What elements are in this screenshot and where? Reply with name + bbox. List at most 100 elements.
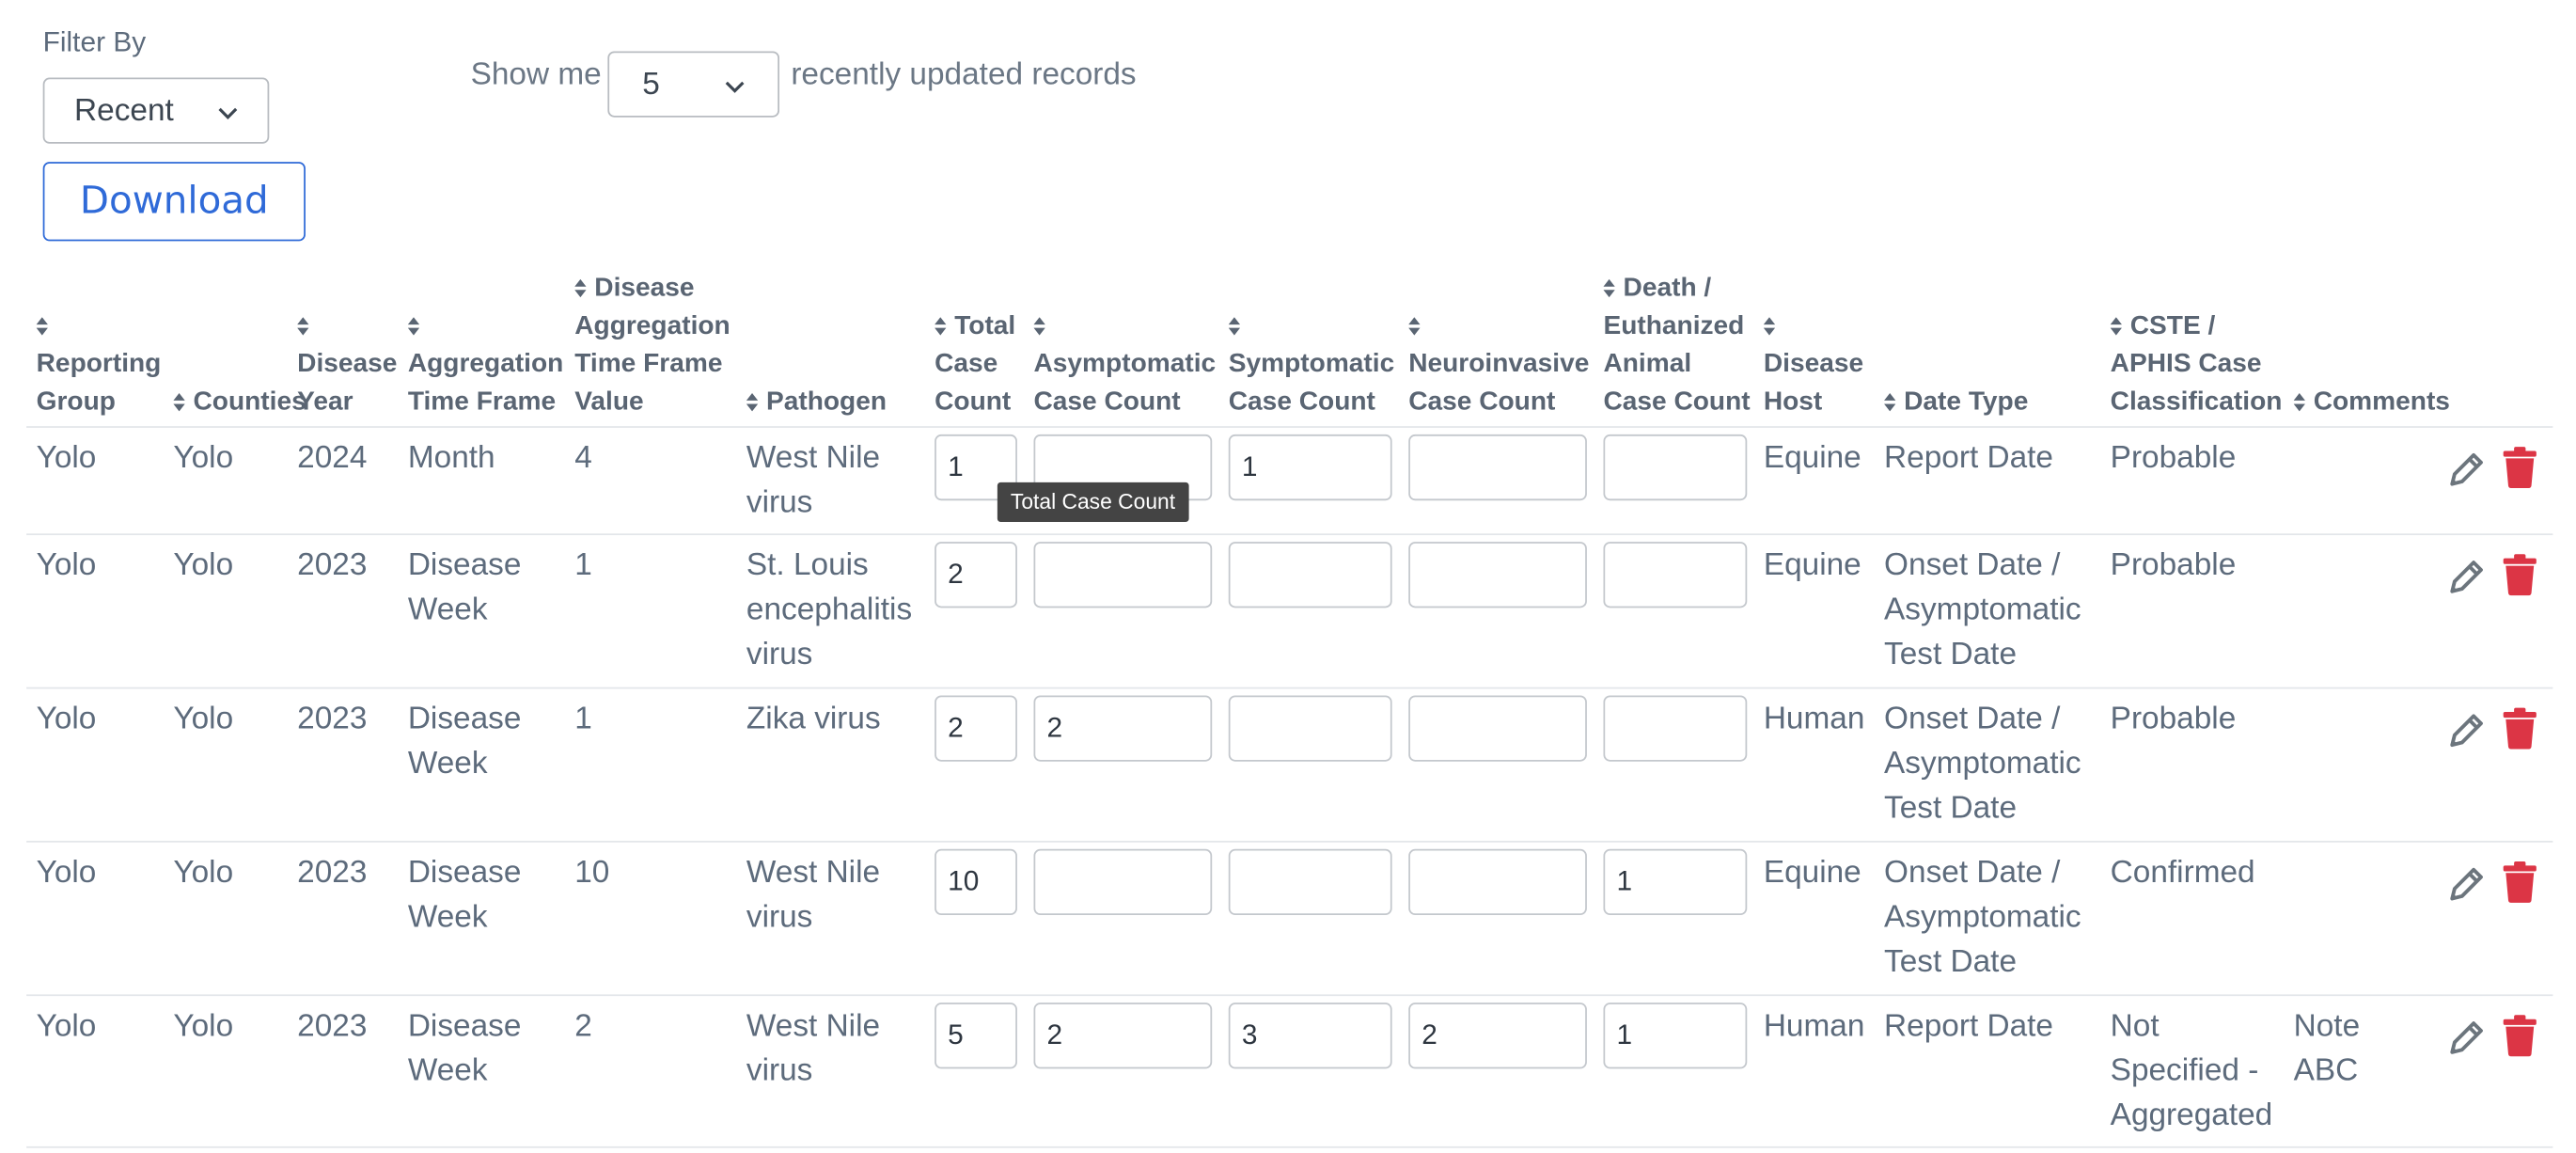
input-sym[interactable] [1228,542,1392,608]
sort-icon[interactable] [297,317,309,336]
sort-icon[interactable] [746,393,759,412]
input-asym[interactable]: 2 [1033,1003,1213,1069]
column-header-label: Reporting [36,350,162,379]
sort-icon[interactable] [173,393,185,412]
recently-updated-label: recently updated records [791,57,1137,93]
delete-trash-icon[interactable] [2500,1014,2543,1057]
column-header-aggregation-time-frame[interactable]: Aggregation Time Frame [407,264,563,426]
cell-value: 1 [574,548,592,584]
column-header-label: APHIS Case [2110,350,2262,379]
input-death[interactable]: 1 [1603,848,1748,916]
column-header-disease-year[interactable]: Disease Year [297,264,397,426]
record-count-select[interactable]: 5 [607,51,780,118]
column-header-total-case-count[interactable]: Total Case Count [935,264,1015,426]
input-neuro[interactable] [1408,542,1587,608]
sort-icon[interactable] [935,317,947,336]
delete-trash-icon[interactable] [2500,446,2543,489]
filter-by-value: Recent [74,94,174,129]
input-death[interactable]: 1 [1603,1003,1748,1069]
download-button[interactable]: Download [42,162,306,242]
column-header-counties[interactable]: Counties [173,264,306,426]
cell-group: Yolo [36,440,97,476]
cell-year: 2023 [297,702,368,737]
column-header-reporting-group[interactable]: Reporting Group [36,264,162,426]
column-header-label: Animal [1603,350,1692,379]
input-death[interactable] [1603,542,1748,608]
sort-icon[interactable] [36,317,48,336]
cell-group: Yolo [36,855,97,891]
cell-value: 4 [574,440,592,476]
edit-pencil-icon[interactable] [2445,862,2489,906]
column-header-asymptomatic-case-count[interactable]: Asymptomatic Case Count [1033,264,1216,426]
column-header-label: Aggregation [574,311,730,340]
cell-host: Human [1763,702,1865,737]
delete-trash-icon[interactable] [2500,553,2543,596]
sort-icon[interactable] [407,317,420,336]
column-header-label: Year [297,387,353,417]
cell-classification: Confirmed [2110,855,2255,891]
sort-icon[interactable] [1408,317,1421,336]
input-total[interactable]: 5 [935,1003,1017,1069]
edit-pencil-icon[interactable] [2445,448,2489,491]
input-neuro[interactable] [1408,434,1587,501]
input-neuro[interactable] [1408,848,1587,916]
row-divider [26,1145,2553,1148]
column-header-label: Disease [297,350,398,379]
delete-trash-icon[interactable] [2500,861,2543,904]
column-header-death-euthanized-animal-case-count[interactable]: Death / Euthanized Animal Case Count [1603,264,1751,426]
edit-pencil-icon[interactable] [2445,708,2489,751]
column-header-label: Value [574,387,644,417]
input-neuro[interactable] [1408,695,1587,762]
input-asym[interactable] [1033,542,1213,608]
cell-datetype: Report Date [1884,440,2054,476]
column-header-disease-host[interactable]: Disease Host [1763,264,1864,426]
cell-pathogen: Zika virus [746,702,881,737]
input-sym[interactable]: 1 [1228,434,1392,501]
input-sym[interactable] [1228,695,1392,762]
cell-comments: Note ABC [2293,1009,2361,1089]
edit-pencil-icon[interactable] [2445,555,2489,598]
column-header-label: Case Count [1228,387,1375,417]
column-header-label: Pathogen [746,383,887,420]
input-sym[interactable]: 3 [1228,1003,1392,1069]
column-header-label: Death / [1603,269,1750,307]
input-total[interactable]: 10 [935,848,1017,916]
column-header-pathogen[interactable]: Pathogen [746,264,887,426]
cell-value: 1 [574,702,592,737]
column-header-comments[interactable]: Comments [2293,264,2450,426]
filter-by-select[interactable]: Recent [42,77,270,144]
row-divider [26,426,2553,428]
sort-icon[interactable] [1603,278,1615,298]
column-header-disease-aggregation-time-frame-value[interactable]: Disease Aggregation Time Frame Value [574,264,730,426]
column-header-label: Time Frame [407,387,557,417]
delete-trash-icon[interactable] [2500,707,2543,750]
cell-host: Equine [1763,855,1861,891]
sort-icon[interactable] [1884,393,1896,412]
input-sym[interactable] [1228,848,1392,916]
sort-icon[interactable] [574,278,587,298]
sort-icon[interactable] [1763,317,1776,336]
sort-icon[interactable] [1228,317,1241,336]
column-header-label: Date Type [1884,383,2028,420]
input-death[interactable] [1603,434,1748,501]
column-header-date-type[interactable]: Date Type [1884,264,2028,426]
input-death[interactable] [1603,695,1748,762]
input-asym[interactable]: 2 [1033,695,1213,762]
column-header-cste-aphis-case-classification[interactable]: CSTE / APHIS Case Classification [2110,264,2282,426]
edit-pencil-icon[interactable] [2445,1016,2489,1059]
cell-counties: Yolo [173,702,234,737]
input-asym[interactable] [1033,848,1213,916]
sort-icon[interactable] [1033,317,1045,336]
sort-icon[interactable] [2110,317,2122,336]
column-header-symptomatic-case-count[interactable]: Symptomatic Case Count [1228,264,1394,426]
column-header-label: Disease [1763,350,1864,379]
column-header-neuroinvasive-case-count[interactable]: Neuroinvasive Case Count [1408,264,1589,426]
column-header-label: Case [935,350,998,379]
row-divider [26,687,2553,689]
input-total[interactable]: 2 [935,542,1017,608]
sort-icon[interactable] [2293,393,2305,412]
input-neuro[interactable]: 2 [1408,1003,1587,1069]
cell-counties: Yolo [173,548,234,584]
input-total[interactable]: 2 [935,695,1017,762]
column-header-label: Case Count [1033,387,1181,417]
